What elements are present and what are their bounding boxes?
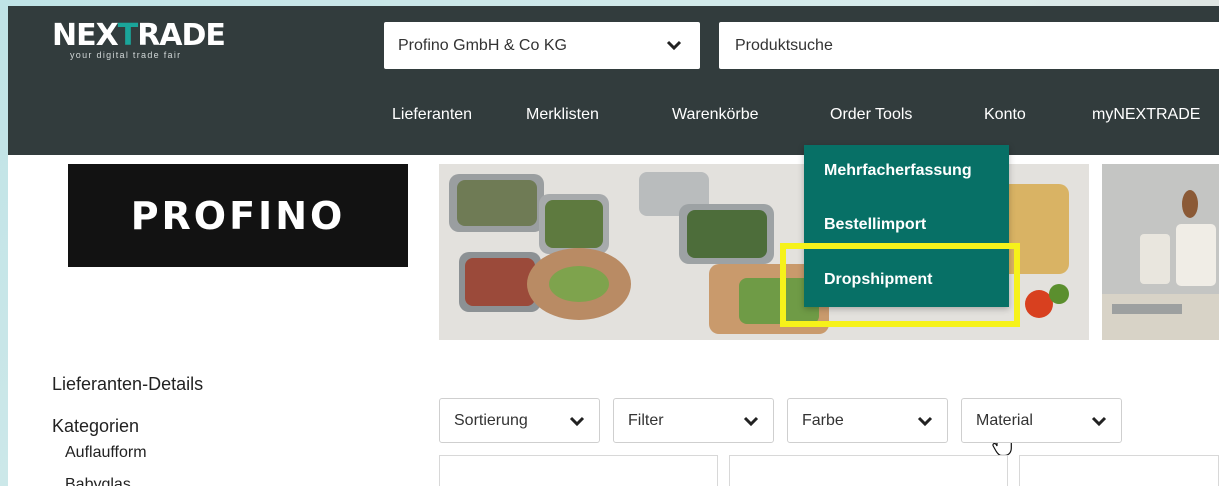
sidebar-category-auflaufform[interactable]: Auflaufform — [65, 444, 147, 462]
product-card[interactable] — [1019, 455, 1219, 486]
hero-image-secondary — [1102, 164, 1219, 340]
header-bar: NEX T RADE your digital trade fair Profi… — [8, 6, 1219, 155]
nav-konto[interactable]: Konto — [984, 106, 1026, 130]
sidebar-category-babyglas[interactable]: Babyglas — [65, 476, 131, 486]
sidebar-kategorien-heading: Kategorien — [52, 416, 140, 436]
sort-select-label: Sortierung — [454, 411, 528, 429]
nav-mynextrade[interactable]: myNEXTRADE — [1092, 106, 1200, 130]
product-search-input[interactable]: Produktsuche — [719, 22, 1219, 69]
menu-item-bestellimport[interactable]: Bestellimport — [824, 216, 926, 234]
nav-order-tools[interactable]: Order Tools — [830, 106, 912, 130]
color-select[interactable]: Farbe — [787, 398, 948, 443]
logo-wordmark: NEX T RADE — [52, 18, 226, 53]
supplier-select-value: Profino GmbH & Co KG — [398, 36, 567, 54]
material-select-label: Material — [976, 411, 1033, 429]
dropshipment-highlight-box — [780, 243, 1020, 327]
logo-text-t: T — [117, 18, 138, 53]
nav-warenkoerbe[interactable]: Warenkörbe — [672, 106, 759, 130]
menu-item-mehrfacherfassung[interactable]: Mehrfacherfassung — [824, 162, 972, 180]
nav-lieferanten[interactable]: Lieferanten — [392, 106, 472, 130]
search-placeholder: Produktsuche — [735, 36, 833, 54]
app-window: NEX T RADE your digital trade fair Profi… — [8, 6, 1219, 486]
filter-select[interactable]: Filter — [613, 398, 774, 443]
color-select-label: Farbe — [802, 411, 844, 429]
nav-merklisten[interactable]: Merklisten — [526, 106, 599, 130]
hero-secondary-illustration — [1102, 164, 1219, 340]
product-card[interactable] — [439, 455, 718, 486]
supplier-select[interactable]: Profino GmbH & Co KG — [384, 22, 700, 69]
chevron-down-icon — [666, 40, 682, 51]
chevron-down-icon — [1091, 416, 1107, 427]
brand-logo: PROFINO — [68, 164, 408, 267]
logo-text-rade: RADE — [137, 18, 226, 53]
sidebar-lieferanten-details[interactable]: Lieferanten-Details — [52, 374, 203, 395]
chevron-down-icon — [917, 416, 933, 427]
filter-select-label: Filter — [628, 411, 664, 429]
product-card[interactable] — [729, 455, 1008, 486]
chevron-down-icon — [569, 416, 585, 427]
logo-text-nex: NEX — [52, 18, 119, 53]
sort-select[interactable]: Sortierung — [439, 398, 600, 443]
material-select[interactable]: Material — [961, 398, 1122, 443]
chevron-down-icon — [743, 416, 759, 427]
nextrade-logo[interactable]: NEX T RADE your digital trade fair — [52, 18, 226, 61]
